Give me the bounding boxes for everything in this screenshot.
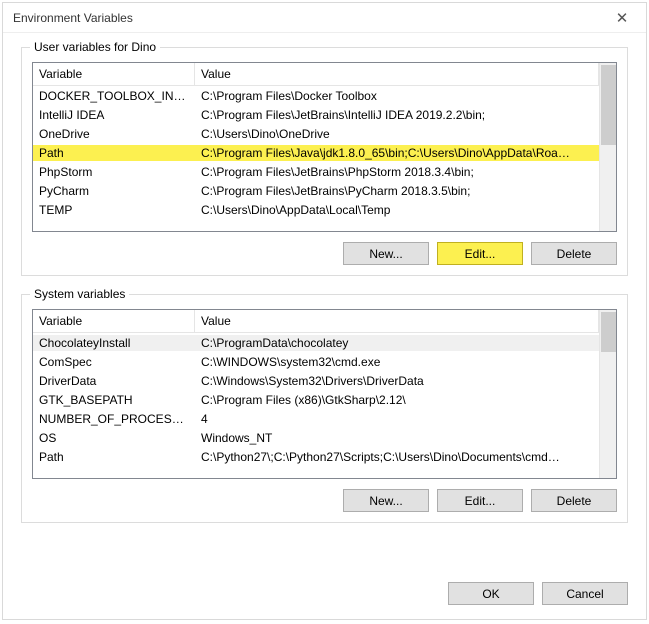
cell-value: C:\Program Files (x86)\GtkSharp\2.12\ [195,392,599,408]
cell-variable: ChocolateyInstall [33,335,195,351]
user-rows: DOCKER_TOOLBOX_INSTALL…C:\Program Files\… [33,86,599,219]
window-body: User variables for Dino Variable Value D… [3,33,646,619]
window-title: Environment Variables [13,11,608,25]
user-variables-group: User variables for Dino Variable Value D… [21,47,628,276]
cell-value: C:\Program Files\Docker Toolbox [195,88,599,104]
cell-variable: IntelliJ IDEA [33,107,195,123]
table-row[interactable]: PathC:\Program Files\Java\jdk1.8.0_65\bi… [33,143,599,162]
cell-variable: Path [33,145,195,161]
cell-variable: OS [33,430,195,446]
sys-header-variable[interactable]: Variable [33,310,195,332]
user-headers[interactable]: Variable Value [33,63,599,86]
cell-value: C:\Program Files\JetBrains\PyCharm 2018.… [195,183,599,199]
table-row[interactable]: PyCharmC:\Program Files\JetBrains\PyChar… [33,181,599,200]
cell-variable: PhpStorm [33,164,195,180]
table-row[interactable]: NUMBER_OF_PROCESSORS4 [33,409,599,428]
user-edit-button[interactable]: Edit... [437,242,523,265]
user-scroll-thumb[interactable] [601,65,616,145]
user-list-inner: Variable Value DOCKER_TOOLBOX_INSTALL…C:… [33,63,599,231]
cell-variable: NUMBER_OF_PROCESSORS [33,411,195,427]
cell-value: C:\Users\Dino\AppData\Local\Temp [195,202,599,218]
user-header-variable[interactable]: Variable [33,63,195,85]
ok-button[interactable]: OK [448,582,534,605]
dialog-footer: OK Cancel [21,574,628,605]
table-row[interactable]: PhpStormC:\Program Files\JetBrains\PhpSt… [33,162,599,181]
cell-variable: OneDrive [33,126,195,142]
user-delete-button[interactable]: Delete [531,242,617,265]
table-row[interactable]: TEMPC:\Users\Dino\AppData\Local\Temp [33,200,599,219]
cell-variable: TEMP [33,202,195,218]
cell-variable: DOCKER_TOOLBOX_INSTALL… [33,88,195,104]
titlebar: Environment Variables ✕ [3,3,646,33]
table-row[interactable]: PathC:\Python27\;C:\Python27\Scripts;C:\… [33,447,599,466]
cancel-button[interactable]: Cancel [542,582,628,605]
cell-variable: Path [33,449,195,465]
cell-value: Windows_NT [195,430,599,446]
system-group-title: System variables [30,287,129,301]
table-row[interactable]: DOCKER_TOOLBOX_INSTALL…C:\Program Files\… [33,86,599,105]
user-new-button[interactable]: New... [343,242,429,265]
system-variables-list[interactable]: Variable Value ChocolateyInstallC:\Progr… [32,309,617,479]
user-scrollbar[interactable] [599,63,616,231]
user-variables-list[interactable]: Variable Value DOCKER_TOOLBOX_INSTALL…C:… [32,62,617,232]
cell-variable: ComSpec [33,354,195,370]
table-row[interactable]: OSWindows_NT [33,428,599,447]
sys-edit-button[interactable]: Edit... [437,489,523,512]
sys-list-inner: Variable Value ChocolateyInstallC:\Progr… [33,310,599,478]
table-row[interactable]: ChocolateyInstallC:\ProgramData\chocolat… [33,333,599,352]
cell-value: C:\Program Files\JetBrains\IntelliJ IDEA… [195,107,599,123]
table-row[interactable]: GTK_BASEPATHC:\Program Files (x86)\GtkSh… [33,390,599,409]
sys-header-value[interactable]: Value [195,310,599,332]
environment-variables-window: Environment Variables ✕ User variables f… [2,2,647,620]
cell-value: C:\Users\Dino\OneDrive [195,126,599,142]
sys-rows: ChocolateyInstallC:\ProgramData\chocolat… [33,333,599,466]
cell-value: C:\Python27\;C:\Python27\Scripts;C:\User… [195,449,599,465]
sys-scrollbar[interactable] [599,310,616,478]
table-row[interactable]: OneDriveC:\Users\Dino\OneDrive [33,124,599,143]
system-variables-group: System variables Variable Value Chocolat… [21,294,628,523]
cell-value: C:\Windows\System32\Drivers\DriverData [195,373,599,389]
cell-variable: DriverData [33,373,195,389]
user-group-title: User variables for Dino [30,40,160,54]
table-row[interactable]: ComSpecC:\WINDOWS\system32\cmd.exe [33,352,599,371]
cell-value: C:\Program Files\Java\jdk1.8.0_65\bin;C:… [195,145,599,161]
cell-variable: PyCharm [33,183,195,199]
table-row[interactable]: DriverDataC:\Windows\System32\Drivers\Dr… [33,371,599,390]
sys-scroll-thumb[interactable] [601,312,616,352]
cell-value: C:\WINDOWS\system32\cmd.exe [195,354,599,370]
sys-headers[interactable]: Variable Value [33,310,599,333]
cell-value: 4 [195,411,599,427]
table-row[interactable]: IntelliJ IDEAC:\Program Files\JetBrains\… [33,105,599,124]
user-header-value[interactable]: Value [195,63,599,85]
sys-new-button[interactable]: New... [343,489,429,512]
user-buttons: New... Edit... Delete [32,242,617,265]
cell-value: C:\Program Files\JetBrains\PhpStorm 2018… [195,164,599,180]
sys-delete-button[interactable]: Delete [531,489,617,512]
sys-buttons: New... Edit... Delete [32,489,617,512]
cell-value: C:\ProgramData\chocolatey [195,335,599,351]
cell-variable: GTK_BASEPATH [33,392,195,408]
close-icon[interactable]: ✕ [608,9,636,27]
